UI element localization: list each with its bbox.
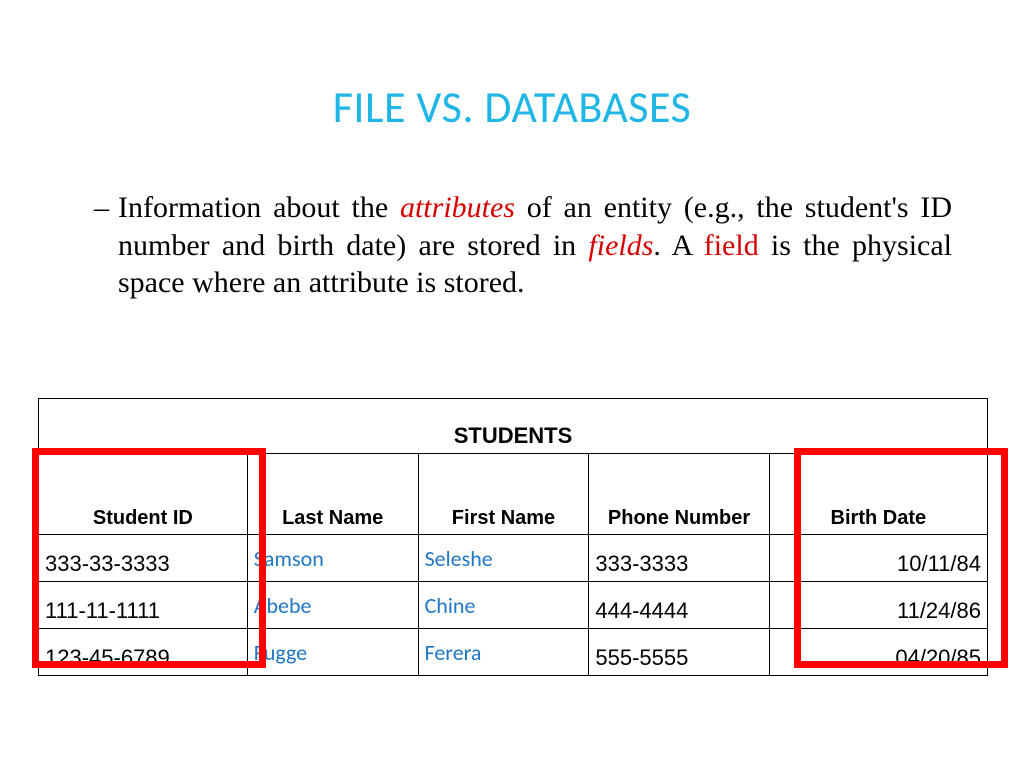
cell-phone: 333-3333 — [589, 535, 769, 582]
students-table-wrap: STUDENTS Student ID Last Name First Name… — [38, 398, 988, 676]
emph-attributes: attributes — [400, 191, 515, 224]
cell-first-name: Chine — [418, 582, 589, 629]
para-text-3: . A — [653, 229, 703, 262]
cell-phone: 555-5555 — [589, 629, 769, 676]
students-table: STUDENTS Student ID Last Name First Name… — [38, 398, 988, 676]
cell-first-name: Seleshe — [418, 535, 589, 582]
table-caption: STUDENTS — [39, 399, 988, 454]
slide-title: FILE VS. DATABASES — [0, 0, 1024, 134]
cell-first-name: Ferera — [418, 629, 589, 676]
emph-field: field — [704, 229, 759, 262]
col-phone: Phone Number — [589, 454, 769, 535]
cell-birth-date: 10/11/84 — [769, 535, 987, 582]
cell-last-name: Samson — [247, 535, 418, 582]
cell-student-id: 333-33-3333 — [39, 535, 248, 582]
body-paragraph: Information about the attributes of an e… — [118, 189, 952, 302]
table-row: 123-45-6789 Fugge Ferera 555-5555 04/20/… — [39, 629, 988, 676]
emph-fields: fields — [588, 229, 653, 262]
cell-phone: 444-4444 — [589, 582, 769, 629]
table-row: 111-11-1111 Abebe Chine 444-4444 11/24/8… — [39, 582, 988, 629]
slide: FILE VS. DATABASES Information about the… — [0, 0, 1024, 768]
cell-student-id: 111-11-1111 — [39, 582, 248, 629]
cell-last-name: Fugge — [247, 629, 418, 676]
cell-birth-date: 11/24/86 — [769, 582, 987, 629]
col-last-name: Last Name — [247, 454, 418, 535]
para-text-1: Information about the — [118, 191, 400, 224]
cell-student-id: 123-45-6789 — [39, 629, 248, 676]
col-first-name: First Name — [418, 454, 589, 535]
col-birth-date: Birth Date — [769, 454, 987, 535]
cell-birth-date: 04/20/85 — [769, 629, 987, 676]
col-student-id: Student ID — [39, 454, 248, 535]
table-row: 333-33-3333 Samson Seleshe 333-3333 10/1… — [39, 535, 988, 582]
cell-last-name: Abebe — [247, 582, 418, 629]
